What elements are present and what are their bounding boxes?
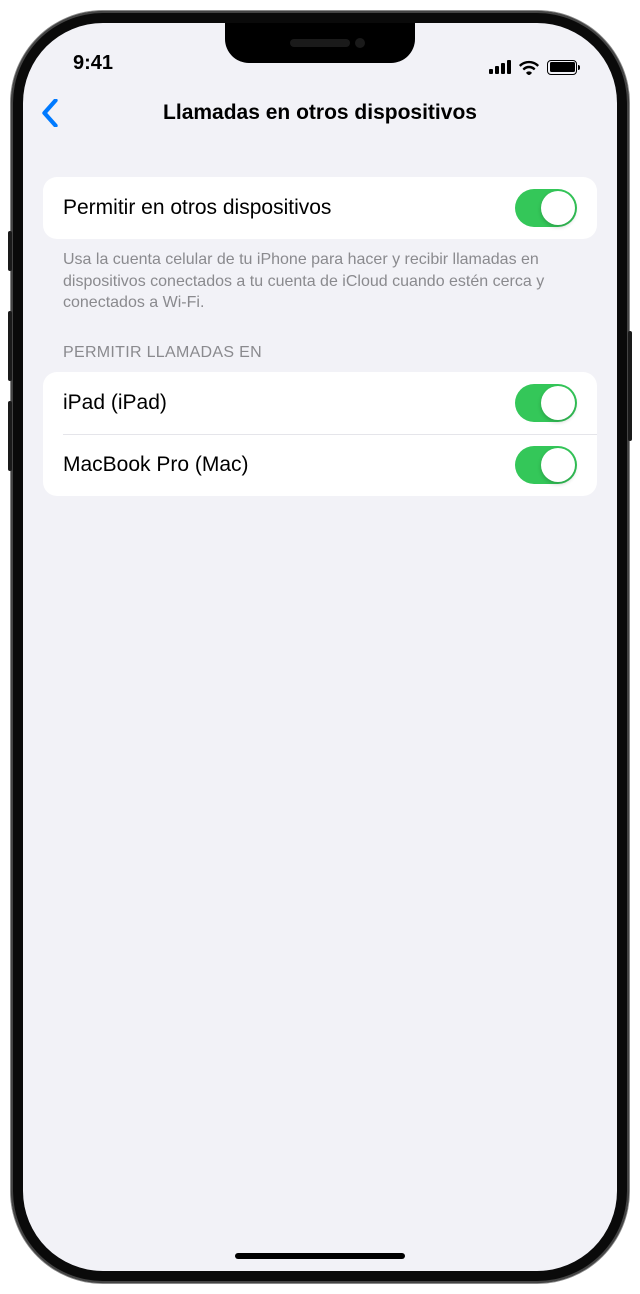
phone-frame: 9:41 Llamadas en otros dispositivos bbox=[11, 11, 629, 1283]
allow-other-devices-label: Permitir en otros dispositivos bbox=[63, 196, 331, 220]
device-row-macbook: MacBook Pro (Mac) bbox=[43, 434, 597, 496]
device-row-ipad: iPad (iPad) bbox=[43, 372, 597, 434]
notch bbox=[225, 23, 415, 63]
navigation-bar: Llamadas en otros dispositivos bbox=[23, 81, 617, 145]
wifi-icon bbox=[519, 59, 539, 75]
allow-other-devices-row: Permitir en otros dispositivos bbox=[43, 177, 597, 239]
screen: 9:41 Llamadas en otros dispositivos bbox=[23, 23, 617, 1271]
device-label: MacBook Pro (Mac) bbox=[63, 453, 249, 477]
devices-section-header: PERMITIR LLAMADAS EN bbox=[43, 314, 597, 372]
back-button[interactable] bbox=[41, 91, 71, 135]
battery-icon bbox=[547, 60, 577, 75]
home-indicator[interactable] bbox=[235, 1253, 405, 1259]
device-label: iPad (iPad) bbox=[63, 391, 167, 415]
status-time: 9:41 bbox=[73, 52, 113, 75]
allow-other-devices-description: Usa la cuenta celular de tu iPhone para … bbox=[43, 239, 597, 314]
device-toggle-macbook[interactable] bbox=[515, 446, 577, 484]
cellular-signal-icon bbox=[489, 60, 511, 74]
allow-other-devices-toggle[interactable] bbox=[515, 189, 577, 227]
page-title: Llamadas en otros dispositivos bbox=[23, 101, 617, 125]
device-toggle-ipad[interactable] bbox=[515, 384, 577, 422]
